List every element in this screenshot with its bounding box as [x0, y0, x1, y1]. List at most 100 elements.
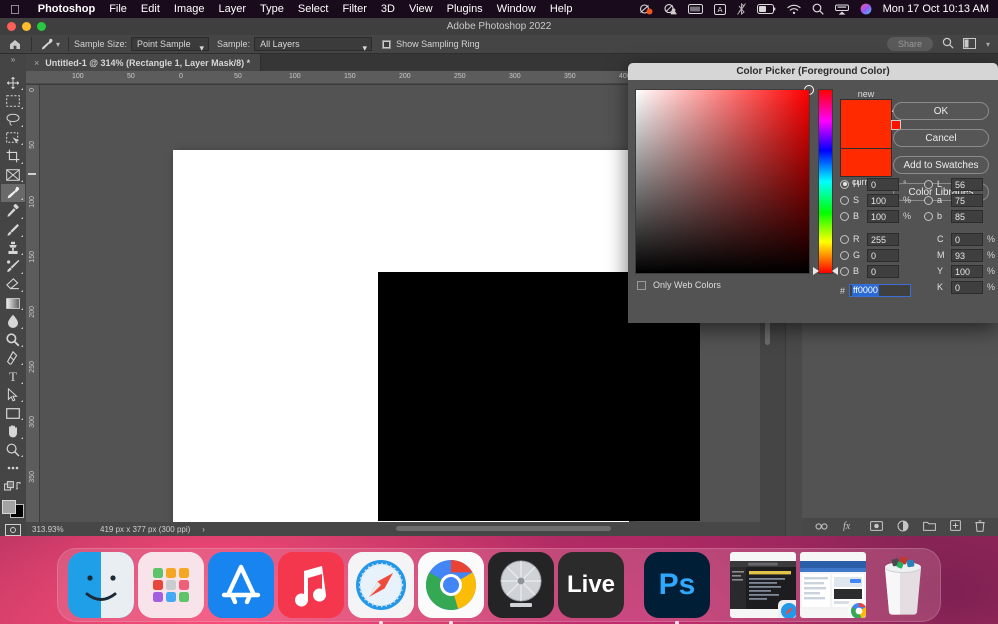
hue-input[interactable]: 0 [867, 178, 899, 191]
menu-item-type[interactable]: Type [253, 3, 291, 15]
edit-toolbar-tool[interactable] [1, 459, 25, 477]
rgb-green-row[interactable]: G 0 [840, 247, 916, 263]
lab-a-radio[interactable] [924, 196, 933, 205]
hsb-brightness-row[interactable]: B 100 % [840, 208, 916, 224]
add-to-swatches-button[interactable]: Add to Swatches [893, 156, 989, 174]
menu-item-help[interactable]: Help [543, 3, 580, 15]
rgb-blue-row[interactable]: B 0 [840, 263, 916, 279]
menu-item-layer[interactable]: Layer [211, 3, 253, 15]
red-input[interactable]: 255 [867, 233, 899, 246]
move-tool[interactable] [1, 74, 25, 92]
brush-tool[interactable] [1, 221, 25, 239]
hue-slider[interactable] [818, 89, 833, 274]
dock-music[interactable] [278, 552, 344, 618]
menu-item-file[interactable]: File [102, 3, 134, 15]
chevron-down-icon[interactable]: ▾ [986, 40, 990, 49]
horizontal-scrollbar[interactable] [356, 526, 744, 531]
eraser-tool[interactable] [1, 276, 25, 294]
spot-healing-brush-tool[interactable] [1, 202, 25, 220]
dock-minimized-safari-window[interactable] [730, 552, 796, 618]
cmyk-magenta-row[interactable]: M 93 % [924, 247, 996, 263]
menu-item-select[interactable]: Select [291, 3, 336, 15]
cmyk-black-row[interactable]: K 0 % [924, 279, 996, 295]
dock-app-store[interactable] [208, 552, 274, 618]
crop-tool[interactable] [1, 147, 25, 165]
brightness-radio[interactable] [840, 212, 849, 221]
clone-stamp-tool[interactable] [1, 239, 25, 257]
document-tab[interactable]: × Untitled-1 @ 314% (Rectangle 1, Layer … [26, 54, 261, 71]
dock-ableton-live[interactable]: Live [558, 552, 624, 618]
saturation-radio[interactable] [840, 196, 849, 205]
hue-radio[interactable] [840, 180, 849, 189]
horizontal-type-tool[interactable]: T [1, 367, 25, 385]
rgb-red-row[interactable]: R 255 [840, 231, 916, 247]
battery-widget-icon[interactable] [688, 4, 703, 14]
dock-trash[interactable] [870, 552, 936, 618]
status-expand-icon[interactable]: › [202, 525, 205, 534]
collapse-panel-icon[interactable]: » [0, 54, 26, 71]
pen-tool[interactable] [1, 349, 25, 367]
add-layer-style-icon[interactable]: fx [842, 520, 856, 534]
rectangle-tool[interactable] [1, 404, 25, 422]
hue-slider-handle-right[interactable] [832, 267, 838, 275]
gradient-tool[interactable] [1, 294, 25, 312]
airplay-display-icon[interactable] [835, 4, 849, 15]
yellow-input[interactable]: 100 [951, 265, 983, 278]
delete-layer-icon[interactable] [975, 520, 985, 535]
quick-mask-mode-button[interactable] [5, 524, 21, 536]
lab-l-radio[interactable] [924, 180, 933, 189]
scrollbar-thumb[interactable] [396, 526, 611, 531]
hue-slider-handle-left[interactable] [813, 267, 819, 275]
brightness-input[interactable]: 100 [867, 210, 899, 223]
lab-b-radio[interactable] [924, 212, 933, 221]
lab-l-row[interactable]: L 56 [924, 176, 996, 192]
sample-select[interactable]: All Layers ▾ [254, 37, 372, 51]
dock-logic-pro[interactable] [488, 552, 554, 618]
dock-minimized-chrome-window[interactable] [800, 552, 866, 618]
cyan-input[interactable]: 0 [951, 233, 983, 246]
cancel-button[interactable]: Cancel [893, 129, 989, 147]
dock-safari[interactable] [348, 552, 414, 618]
dock-chrome[interactable] [418, 552, 484, 618]
hex-input[interactable]: ff0000 [849, 284, 911, 297]
only-web-colors-checkbox[interactable]: Only Web Colors [637, 280, 721, 290]
new-group-icon[interactable] [923, 521, 936, 534]
blue-input[interactable]: 0 [867, 265, 899, 278]
home-icon[interactable] [4, 39, 26, 50]
window-traffic-lights[interactable] [7, 22, 46, 31]
rectangular-marquee-tool[interactable] [1, 92, 25, 110]
hand-tool[interactable] [1, 422, 25, 440]
vertical-ruler[interactable]: 0 50 100 150 200 250 300 350 [26, 85, 40, 522]
new-adjustment-layer-icon[interactable] [897, 520, 909, 535]
dodge-tool[interactable] [1, 331, 25, 349]
new-color-swatch[interactable] [840, 99, 892, 149]
zoom-level[interactable]: 313.93% [32, 525, 84, 534]
document-canvas[interactable] [173, 150, 629, 522]
green-input[interactable]: 0 [867, 249, 899, 262]
hsb-saturation-row[interactable]: S 100 % [840, 192, 916, 208]
dock-photoshop[interactable]: Ps [644, 552, 710, 618]
hex-field-row[interactable]: # ff0000 [840, 284, 911, 297]
share-button[interactable]: Share [887, 37, 933, 51]
siri-icon[interactable] [860, 3, 872, 15]
red-radio[interactable] [840, 235, 849, 244]
menu-item-filter[interactable]: Filter [335, 3, 373, 15]
search-icon[interactable] [942, 37, 954, 51]
lab-b-row[interactable]: b 85 [924, 208, 996, 224]
color-picker-dialog[interactable]: Color Picker (Foreground Color) new curr… [628, 63, 998, 323]
menu-item-window[interactable]: Window [490, 3, 543, 15]
battery-icon[interactable] [757, 4, 776, 14]
wifi-icon[interactable] [787, 4, 801, 15]
menu-item-3d[interactable]: 3D [374, 3, 402, 15]
workspace-layout-icon[interactable] [963, 38, 977, 51]
menu-item-image[interactable]: Image [167, 3, 212, 15]
magenta-input[interactable]: 93 [951, 249, 983, 262]
minimize-button[interactable] [22, 22, 31, 31]
show-sampling-ring-checkbox[interactable]: Show Sampling Ring [382, 39, 480, 49]
ok-button[interactable]: OK [893, 102, 989, 120]
foreground-background-color[interactable] [2, 500, 24, 518]
lasso-tool[interactable] [1, 111, 25, 129]
dock-launchpad[interactable] [138, 552, 204, 618]
color-field-marker[interactable] [804, 85, 814, 95]
menu-bar-clock[interactable]: Mon 17 Oct 10:13 AM [883, 3, 989, 15]
